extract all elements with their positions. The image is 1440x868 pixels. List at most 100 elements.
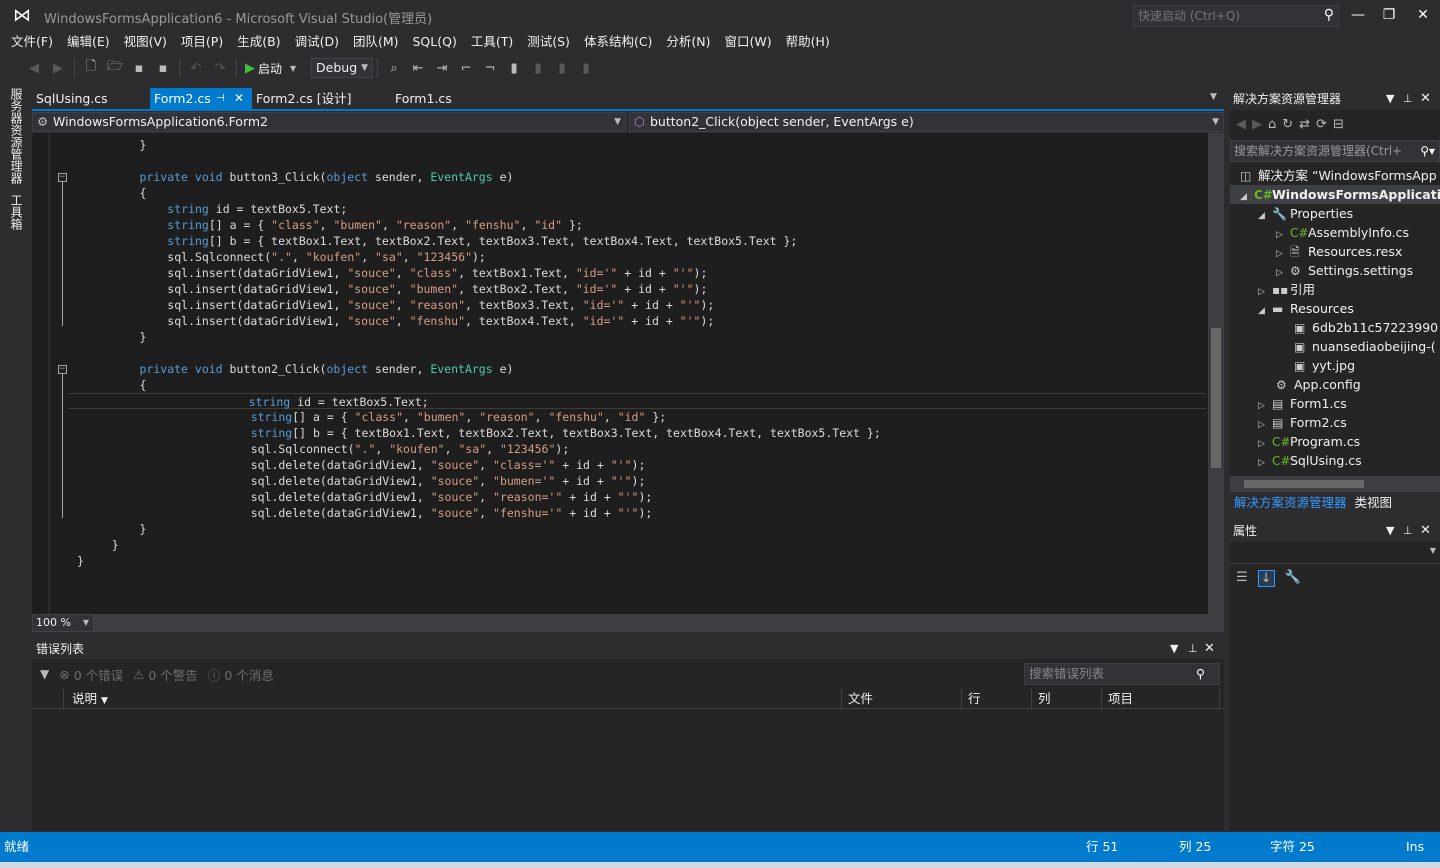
code-line[interactable]: sql.insert(dataGridView1, "souce", "reas… (70, 297, 714, 313)
close-panel-icon[interactable]: ✕ (1204, 639, 1215, 659)
tree-image-file[interactable]: ▣ yyt.jpg (1294, 356, 1355, 375)
tree-program[interactable]: ▷ C#Program.cs (1258, 432, 1360, 451)
properties-object-select[interactable]: ▼ (1230, 544, 1440, 564)
bookmark-icon[interactable]: ▮ (506, 61, 522, 76)
tab-sqlusing[interactable]: SqlUsing.cs (32, 88, 148, 109)
collapse-region-icon[interactable]: − (58, 365, 67, 374)
code-line[interactable]: string[] b = { textBox1.Text, textBox2.T… (70, 233, 797, 249)
zoom-select[interactable]: 100 % ▼ (32, 614, 94, 632)
collapse-region-icon[interactable]: − (58, 173, 67, 182)
menu-build[interactable]: 生成(B) (230, 32, 287, 52)
server-explorer-tab[interactable]: 服务器资源管理器 (8, 88, 25, 184)
member-selector[interactable]: ⬡ button2_Click(object sender, EventArgs… (629, 112, 1224, 132)
menu-view[interactable]: 视图(V) (117, 32, 174, 52)
back-icon[interactable]: ◀ (1236, 117, 1246, 132)
chevron-down-icon[interactable]: ▼ (289, 64, 297, 73)
pin-icon[interactable]: ⊥ (1403, 88, 1413, 110)
quick-launch-box[interactable]: ⚲ (1133, 5, 1339, 27)
menu-project[interactable]: 项目(P) (174, 32, 230, 52)
pin-icon[interactable]: ⊣ (216, 88, 225, 109)
find-icon[interactable]: ⌕ (386, 61, 402, 76)
tree-image-file[interactable]: ▣ nuansediaobeijing-( (1294, 337, 1436, 356)
code-line[interactable]: string[] a = { "class", "bumen", "reason… (70, 409, 667, 425)
menu-file[interactable]: 文件(F) (4, 32, 60, 52)
expanded-icon[interactable]: ◢ (1258, 207, 1272, 226)
column-col[interactable]: 列 (1032, 689, 1102, 709)
redo-icon[interactable]: ↷ (212, 61, 228, 76)
tree-settings[interactable]: ▷ ⚙ Settings.settings (1276, 261, 1413, 280)
code-line[interactable]: string[] b = { textBox1.Text, textBox2.T… (70, 425, 881, 441)
column-line[interactable]: 行 (962, 689, 1032, 709)
tree-properties[interactable]: ◢ 🔧 Properties (1258, 204, 1353, 223)
code-line[interactable]: sql.delete(dataGridView1, "souce", "clas… (70, 457, 646, 473)
column-project[interactable]: 项目 (1102, 689, 1220, 709)
code-line[interactable]: private void button3_Click(object sender… (70, 169, 514, 185)
type-selector[interactable]: ⚙ WindowsFormsApplication6.Form2 ▼ (32, 112, 626, 132)
collapsed-icon[interactable]: ▷ (1258, 454, 1272, 473)
warnings-filter[interactable]: ⚠ 0 个警告 (133, 665, 198, 684)
code-line[interactable]: private void button2_Click(object sender… (70, 361, 514, 377)
menu-edit[interactable]: 编辑(E) (60, 32, 117, 52)
close-panel-icon[interactable]: ✕ (1420, 88, 1431, 110)
code-line[interactable]: string id = textBox5.Text; (68, 393, 1206, 409)
menu-test[interactable]: 测试(S) (520, 32, 577, 52)
history-icon[interactable]: ↻ (1282, 117, 1293, 132)
code-line[interactable]: sql.delete(dataGridView1, "souce", "bume… (70, 473, 646, 489)
property-pages-icon[interactable]: 🔧 (1285, 570, 1301, 587)
tab-class-view[interactable]: 类视图 (1355, 492, 1393, 516)
tree-image-file[interactable]: ▣ 6db2b11c57223990 (1294, 318, 1438, 337)
code-editor[interactable]: } private void button3_Click(object sende… (32, 133, 1224, 614)
scrollbar-thumb[interactable] (1211, 328, 1221, 468)
error-list-search[interactable]: 搜索错误列表 ⚲ (1024, 663, 1220, 685)
new-project-icon[interactable]: 🗋 (83, 57, 99, 79)
undo-icon[interactable]: ↶ (188, 61, 204, 76)
code-line[interactable]: } (70, 537, 119, 553)
refresh-icon[interactable]: ⟳ (1316, 117, 1327, 132)
code-line[interactable]: } (70, 521, 147, 537)
search-icon[interactable]: ⚲▾ (1420, 141, 1435, 161)
menu-debug[interactable]: 调试(D) (288, 32, 346, 52)
menu-help[interactable]: 帮助(H) (779, 32, 837, 52)
column-file[interactable]: 文件 (842, 689, 962, 709)
menu-window[interactable]: 窗口(W) (718, 32, 779, 52)
home-icon[interactable]: ⌂ (1268, 117, 1276, 132)
outdent-icon[interactable]: ⇥ (434, 61, 450, 76)
comment-icon[interactable]: ⌐ (458, 61, 474, 76)
pin-icon[interactable]: ⊥ (1403, 520, 1413, 542)
errors-filter[interactable]: ⊗ 0 个错误 (59, 665, 123, 684)
code-line[interactable]: string id = textBox5.Text; (70, 201, 347, 217)
menu-architecture[interactable]: 体系结构(C) (577, 32, 659, 52)
alphabetical-icon[interactable]: ↓ (1257, 570, 1275, 587)
code-line[interactable]: { (70, 185, 147, 201)
back-icon[interactable]: ◀ (26, 61, 42, 76)
open-file-icon[interactable]: 🗁 (107, 57, 123, 79)
pin-icon[interactable]: ⊥ (1188, 639, 1198, 659)
forward-icon[interactable]: ▶ (50, 61, 66, 76)
code-line[interactable]: } (70, 329, 147, 345)
toolbox-tab[interactable]: 工具箱 (8, 194, 25, 230)
filter-icon[interactable]: ▼ (40, 667, 49, 681)
menu-tools[interactable]: 工具(T) (464, 32, 520, 52)
clear-bookmarks-icon[interactable]: ▮ (578, 61, 594, 76)
restore-button[interactable]: ❐ (1374, 4, 1404, 26)
tab-form2-designer[interactable]: Form2.cs [设计] (252, 88, 390, 109)
tree-resources-resx[interactable]: ▷ 🗎 Resources.resx (1276, 242, 1402, 261)
code-line[interactable]: } (70, 553, 84, 569)
search-icon[interactable]: ⚲ (1324, 7, 1334, 23)
solution-horizontal-scrollbar[interactable] (1230, 476, 1440, 492)
tree-form1[interactable]: ▷ ▤ Form1.cs (1258, 394, 1347, 413)
expanded-icon[interactable]: ◢ (1258, 302, 1272, 321)
tree-form2[interactable]: ▷ ▤ Form2.cs (1258, 413, 1347, 432)
close-tab-icon[interactable]: ✕ (234, 88, 244, 109)
expanded-icon[interactable]: ◢ (1240, 188, 1254, 207)
tab-form1[interactable]: Form1.cs (391, 88, 501, 109)
tree-app-config[interactable]: ⚙ App.config (1276, 375, 1361, 394)
tree-references[interactable]: ▷ ▪▪ 引用 (1258, 280, 1315, 299)
uncomment-icon[interactable]: ¬ (482, 61, 498, 76)
tab-form2-code[interactable]: Form2.cs ⊣ ✕ (150, 88, 252, 109)
menu-sql[interactable]: SQL(Q) (406, 32, 464, 52)
solution-explorer-search[interactable]: 搜索解决方案资源管理器(Ctrl+ ⚲▾ (1230, 140, 1440, 162)
code-line[interactable]: sql.delete(dataGridView1, "souce", "fens… (70, 505, 653, 521)
tree-project[interactable]: ◢ C#WindowsFormsApplicatio (1230, 185, 1440, 204)
code-line[interactable]: sql.Sqlconnect(".", "koufen", "sa", "123… (70, 249, 486, 265)
